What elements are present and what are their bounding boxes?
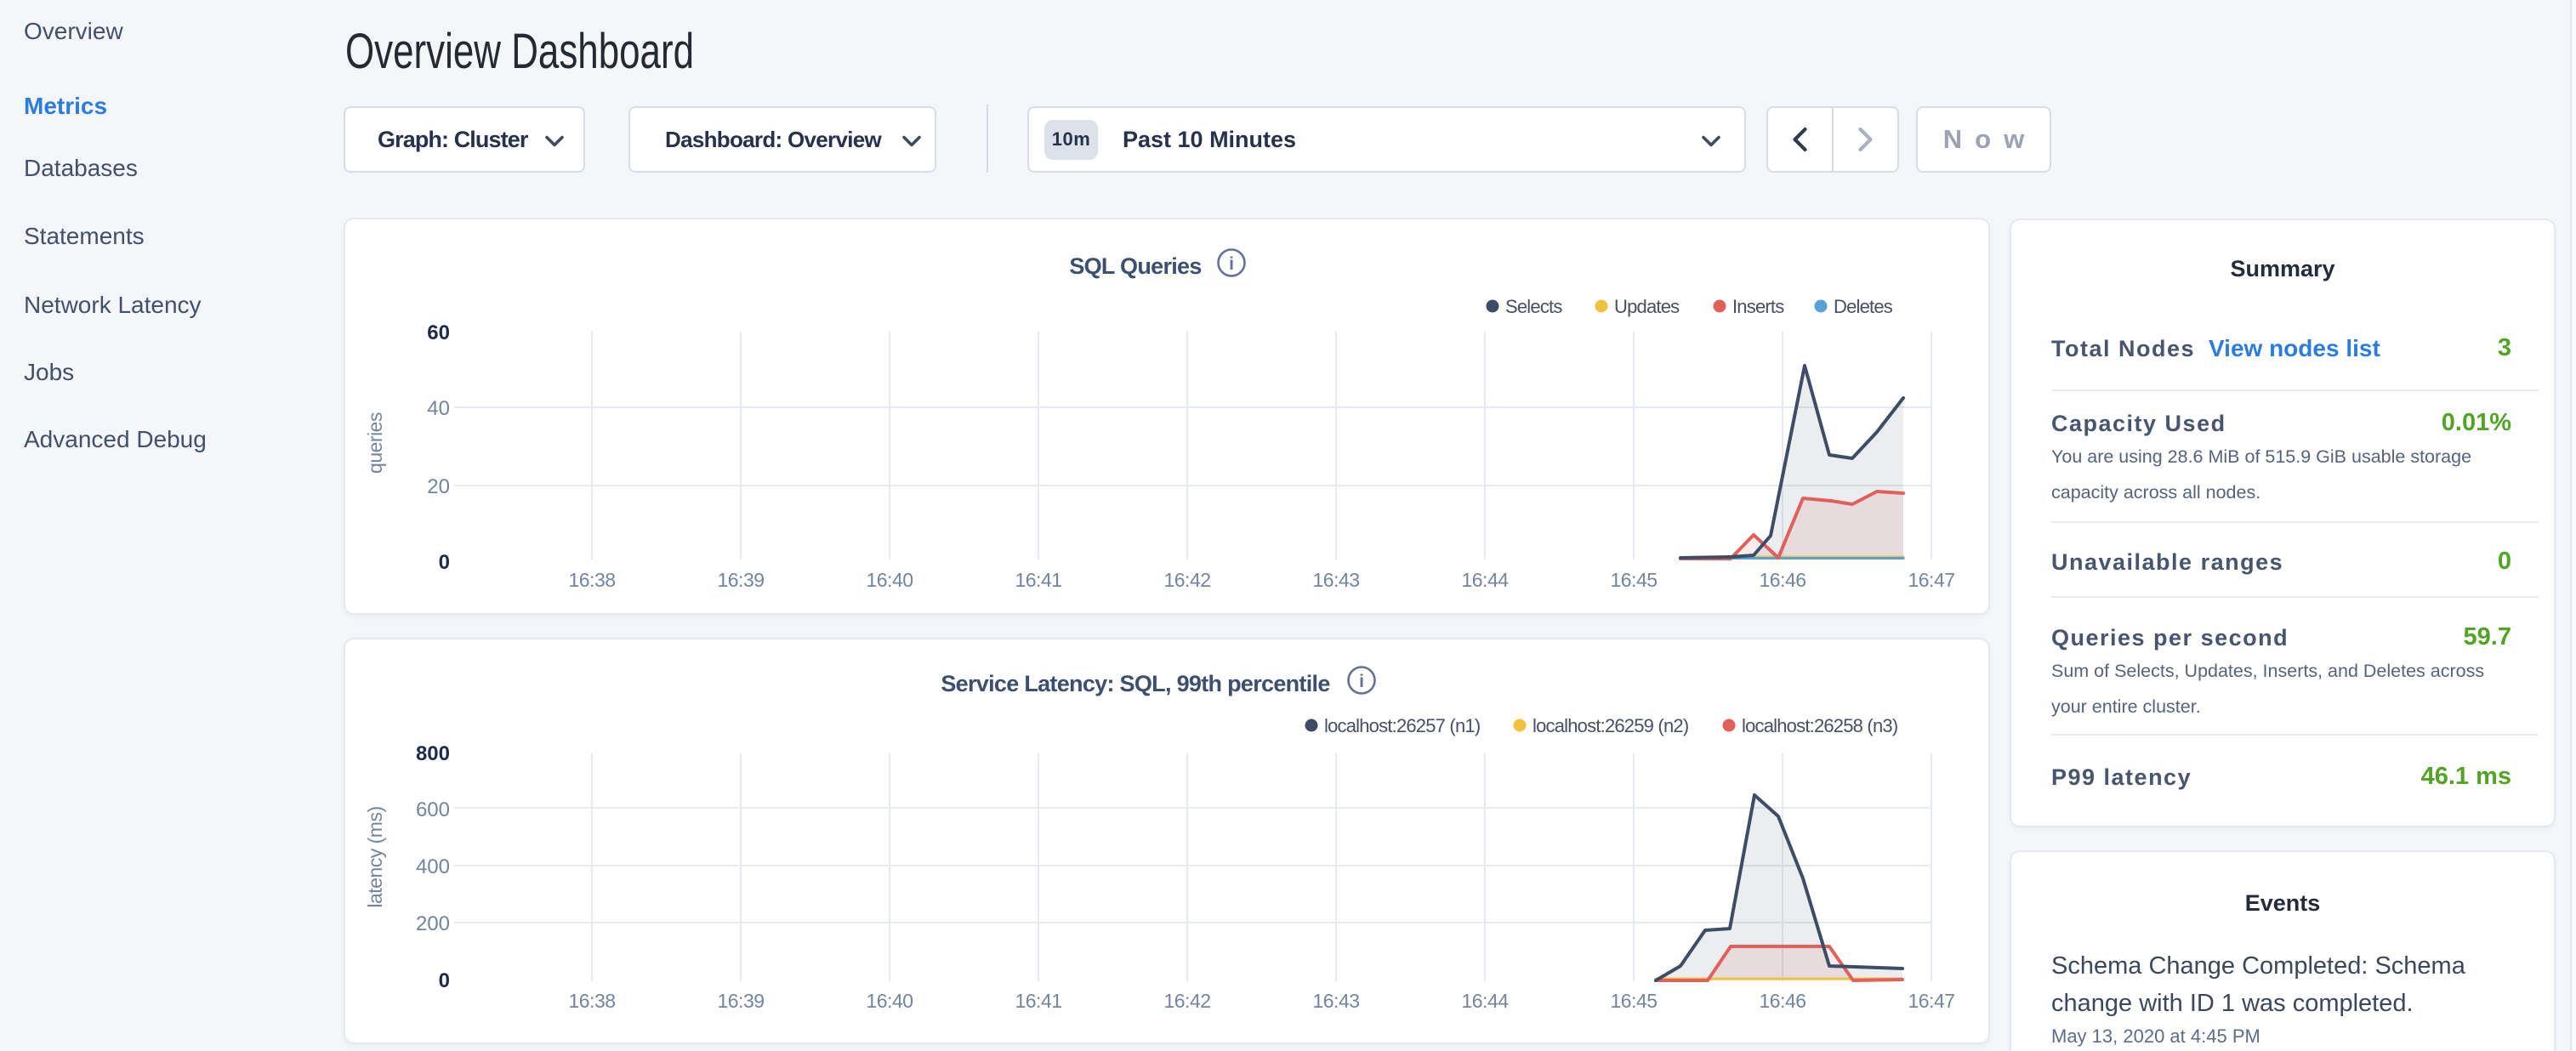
svg-text:16:47: 16:47: [1908, 569, 1954, 591]
svg-text:40: 40: [427, 397, 450, 420]
svg-text:16:40: 16:40: [866, 569, 913, 591]
svg-text:16:43: 16:43: [1312, 569, 1359, 591]
svg-text:400: 400: [416, 855, 450, 878]
svg-text:600: 600: [416, 798, 450, 821]
svg-text:16:45: 16:45: [1610, 569, 1657, 591]
svg-text:localhost:26258 (n3): localhost:26258 (n3): [1742, 715, 1897, 736]
svg-text:16:44: 16:44: [1461, 569, 1509, 591]
svg-text:Inserts: Inserts: [1732, 296, 1784, 317]
svg-text:16:41: 16:41: [1015, 569, 1061, 591]
svg-text:16:46: 16:46: [1759, 569, 1805, 591]
svg-text:0: 0: [439, 551, 450, 574]
svg-text:16:38: 16:38: [568, 569, 615, 591]
svg-text:16:44: 16:44: [1461, 990, 1509, 1012]
svg-text:0: 0: [439, 969, 450, 992]
svg-text:Overview Dashboard: Overview Dashboard: [345, 24, 694, 79]
svg-text:16:42: 16:42: [1163, 569, 1210, 591]
svg-text:16:47: 16:47: [1908, 990, 1954, 1012]
svg-text:Service Latency: SQL, 99th per: Service Latency: SQL, 99th percentile: [941, 671, 1330, 696]
svg-text:16:38: 16:38: [568, 990, 615, 1012]
svg-text:SQL Queries: SQL Queries: [1069, 253, 1201, 279]
svg-text:16:45: 16:45: [1610, 990, 1657, 1012]
svg-text:60: 60: [427, 321, 450, 344]
svg-text:16:40: 16:40: [866, 990, 913, 1012]
svg-text:16:39: 16:39: [717, 990, 764, 1012]
svg-text:16:39: 16:39: [717, 569, 764, 591]
svg-text:20: 20: [427, 475, 450, 498]
svg-text:800: 800: [416, 742, 450, 765]
svg-text:latency (ms): latency (ms): [364, 806, 386, 907]
svg-text:i: i: [1229, 254, 1234, 274]
svg-text:16:43: 16:43: [1312, 990, 1359, 1012]
svg-text:i: i: [1359, 672, 1364, 691]
svg-text:Updates: Updates: [1614, 296, 1680, 317]
svg-text:Selects: Selects: [1505, 296, 1562, 317]
svg-text:16:42: 16:42: [1163, 990, 1210, 1012]
svg-text:queries: queries: [364, 412, 386, 474]
svg-text:200: 200: [416, 912, 450, 935]
svg-text:localhost:26259 (n2): localhost:26259 (n2): [1533, 715, 1688, 736]
svg-text:16:41: 16:41: [1015, 990, 1061, 1012]
svg-text:localhost:26257 (n1): localhost:26257 (n1): [1324, 715, 1480, 736]
svg-text:16:46: 16:46: [1759, 990, 1805, 1012]
svg-text:Deletes: Deletes: [1834, 296, 1893, 317]
